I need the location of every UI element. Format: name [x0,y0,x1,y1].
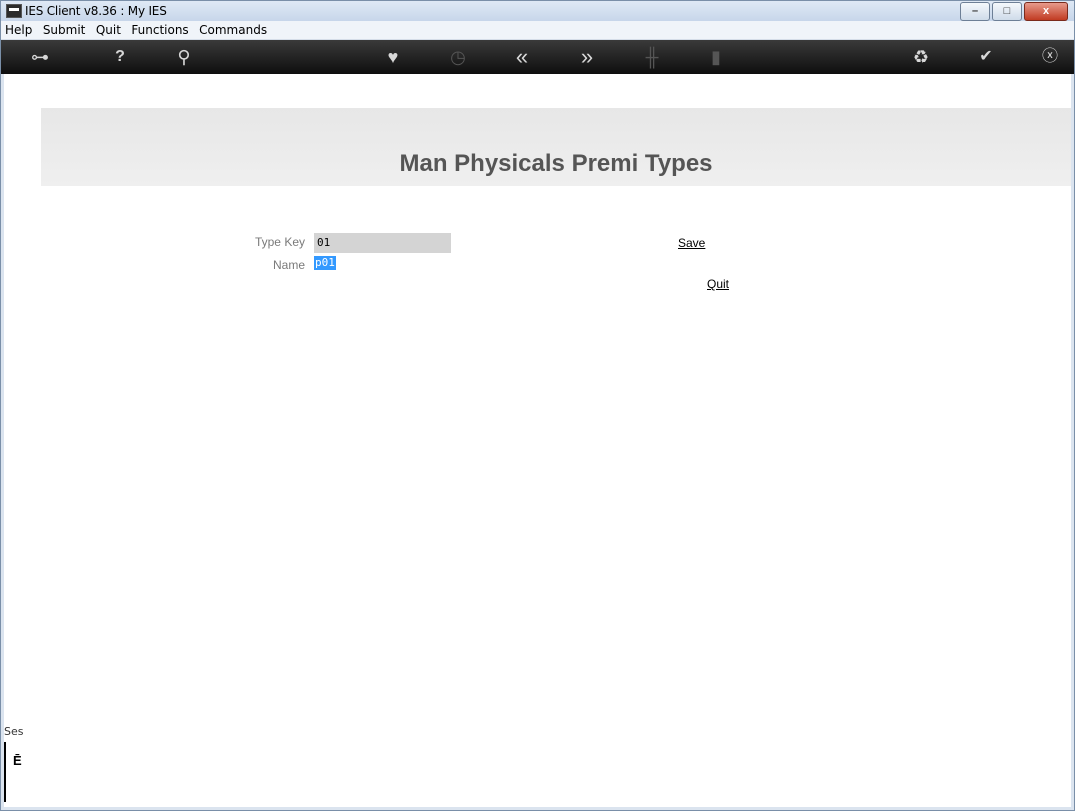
window-controls: – □ x [960,2,1068,21]
fast-forward-icon[interactable]: » [570,40,604,74]
title-bar[interactable]: IES Client v8.36 : My IES – □ x [1,1,1074,21]
menu-functions[interactable]: Functions [128,21,191,37]
key-icon[interactable]: ⊶ [23,40,57,74]
close-icon: x [1042,5,1050,17]
toolbar-close-icon[interactable]: ⓧ [1033,40,1067,74]
tools-icon[interactable]: ╫ [635,40,669,74]
minimize-icon: – [971,5,979,17]
type-key-field[interactable]: 01 [314,233,451,253]
close-window-button[interactable]: x [1024,2,1068,21]
help-icon[interactable]: ? [103,40,137,74]
quit-button[interactable]: Quit [707,277,729,291]
check-icon[interactable]: ✔ [969,40,1003,74]
name-field[interactable]: p01 [314,256,336,270]
menu-bar: Help Submit Quit Functions Commands [1,21,1074,40]
rewind-icon[interactable]: « [505,40,539,74]
menu-quit[interactable]: Quit [93,21,124,37]
page-title: Man Physicals Premi Types [399,150,713,177]
menu-help[interactable]: Help [2,21,35,37]
name-label: Name [272,258,305,272]
window-title: IES Client v8.36 : My IES [25,4,167,18]
toolbar: ⊶ ? ⚲ ♥ ◷ « » ╫ ▮ ♻ ✔ ⓧ [1,40,1074,74]
type-key-label: Type Key [254,235,305,249]
menu-commands[interactable]: Commands [196,21,270,37]
save-button[interactable]: Save [678,236,705,250]
recycle-icon[interactable]: ♻ [904,40,938,74]
heart-icon[interactable]: ♥ [376,40,410,74]
menu-submit[interactable]: Submit [40,21,89,37]
maximize-icon: □ [1003,5,1011,17]
side-divider [4,742,6,802]
client-area: Ses Ē Man Physicals Premi Types Type Key… [4,74,1071,807]
app-icon [6,4,22,18]
side-panel: Ses Ē [4,74,40,807]
form-banner: Man Physicals Premi Types [41,108,1071,186]
maximize-button[interactable]: □ [992,2,1022,21]
clock-icon[interactable]: ◷ [441,40,475,74]
session-label: Ses [4,725,24,738]
minimize-button[interactable]: – [960,2,990,21]
session-icon[interactable]: Ē [13,753,22,768]
search-icon[interactable]: ⚲ [167,40,201,74]
page-icon[interactable]: ▮ [699,40,733,74]
app-window: IES Client v8.36 : My IES – □ x Help Sub… [0,0,1075,811]
